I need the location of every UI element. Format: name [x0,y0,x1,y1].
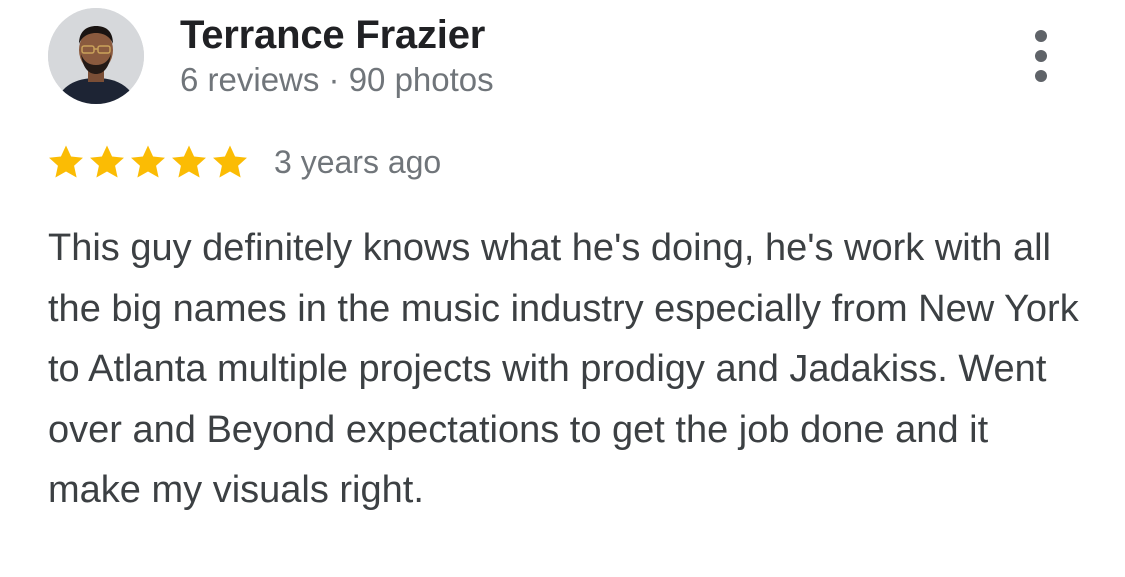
avatar[interactable] [48,8,144,104]
review-text: This guy definitely knows what he's doin… [48,227,1079,511]
star-icon [172,145,206,178]
more-options-button[interactable] [1020,26,1062,86]
star-rating [47,143,252,181]
rating-row: 3 years ago [47,140,441,184]
more-vert-icon-dot [1035,30,1047,42]
reviewer-name[interactable]: Terrance Frazier [180,12,485,58]
review-card: Terrance Frazier 6 reviews · 90 photos 3… [0,0,1125,577]
star-icon [49,145,83,178]
star-icon [90,145,124,178]
star-icon [131,145,165,178]
avatar-image [48,8,144,104]
more-vert-icon-dot [1035,70,1047,82]
reviewer-stats[interactable]: 6 reviews · 90 photos [180,60,494,100]
more-vert-icon-dot [1035,50,1047,62]
review-date: 3 years ago [274,143,442,180]
star-icon [213,145,247,178]
